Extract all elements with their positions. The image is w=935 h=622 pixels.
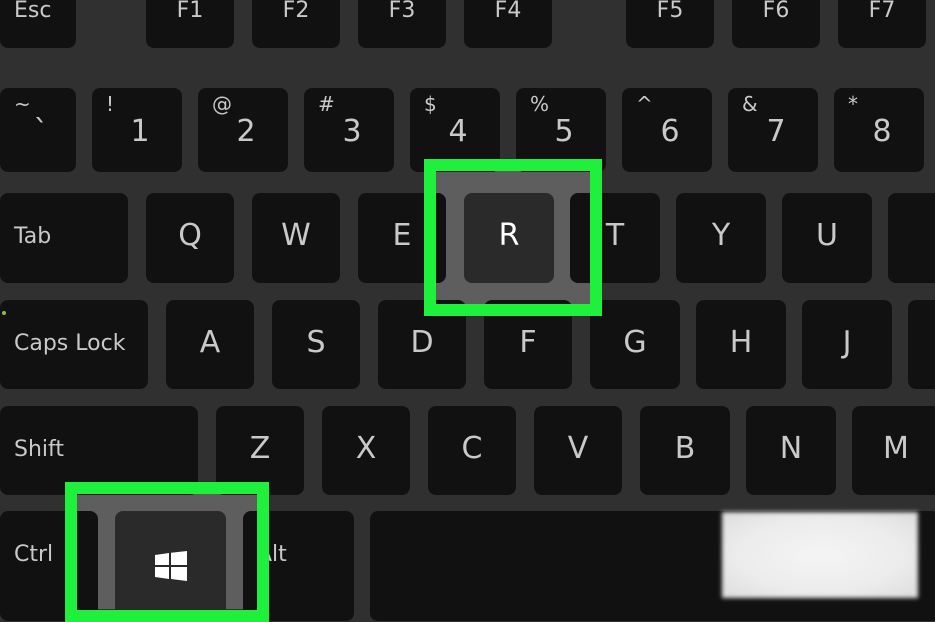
key[interactable]: S bbox=[272, 300, 360, 389]
key[interactable]: Esc bbox=[0, 0, 76, 48]
key-number[interactable]: @2 bbox=[198, 88, 288, 172]
key[interactable]: Caps Lock bbox=[0, 300, 148, 389]
key[interactable]: F5 bbox=[626, 0, 714, 48]
key-label: Y bbox=[711, 218, 731, 253]
key-shift-symbol: % bbox=[530, 92, 550, 116]
key[interactable]: J bbox=[802, 300, 892, 389]
key[interactable]: G bbox=[590, 300, 680, 389]
caps-lock-indicator-light bbox=[2, 311, 6, 315]
key[interactable]: F4 bbox=[464, 0, 552, 48]
key-label: H bbox=[729, 324, 753, 360]
key-label: F2 bbox=[282, 0, 310, 23]
key-digit: 2 bbox=[236, 114, 256, 149]
key-label: C bbox=[461, 430, 483, 466]
key-shift-symbol: & bbox=[742, 92, 758, 116]
key-label: G bbox=[623, 324, 647, 360]
key[interactable]: F6 bbox=[732, 0, 820, 48]
key-label: F5 bbox=[656, 0, 684, 23]
key[interactable] bbox=[888, 193, 935, 283]
key-label: F6 bbox=[762, 0, 790, 23]
key-label: Ctrl bbox=[14, 542, 54, 567]
key-number[interactable]: & 7 bbox=[728, 88, 818, 172]
key-digit: 4 bbox=[448, 114, 468, 149]
key-label: X bbox=[355, 430, 377, 466]
key-digit: 1 bbox=[130, 114, 150, 149]
key[interactable]: F2 bbox=[252, 0, 340, 48]
key[interactable]: F7 bbox=[838, 0, 926, 48]
key-shift-symbol: ! bbox=[106, 92, 115, 116]
key-label: B bbox=[674, 430, 696, 466]
key-label: J bbox=[842, 324, 852, 360]
key-label: Tab bbox=[14, 224, 52, 249]
key[interactable]: C bbox=[428, 406, 516, 495]
key[interactable]: W bbox=[252, 193, 340, 283]
windows-key-highlight-box bbox=[65, 482, 269, 622]
key-shift-symbol: * bbox=[848, 92, 858, 116]
key-number[interactable]: ! 1 bbox=[92, 88, 182, 172]
key[interactable]: U bbox=[782, 193, 872, 283]
key-label: A bbox=[199, 324, 221, 360]
key[interactable]: V bbox=[534, 406, 622, 495]
key-shift-symbol: $ bbox=[424, 92, 437, 116]
key-label: Shift bbox=[14, 436, 65, 462]
key-label: S bbox=[306, 324, 326, 360]
key[interactable]: Y bbox=[676, 193, 766, 283]
key[interactable]: M bbox=[852, 406, 935, 495]
key-label: Z bbox=[249, 430, 271, 466]
key-digit: 7 bbox=[766, 114, 786, 149]
key[interactable]: H bbox=[696, 300, 786, 389]
key-label: D bbox=[410, 324, 434, 360]
key-digit: 3 bbox=[342, 114, 362, 149]
key-label: Caps Lock bbox=[14, 330, 126, 356]
key-number[interactable]: * 8 bbox=[834, 88, 924, 172]
blurred-overlay bbox=[722, 512, 918, 598]
key[interactable]: F3 bbox=[358, 0, 446, 48]
key-label: Esc bbox=[14, 0, 52, 23]
key-label: V bbox=[567, 430, 589, 466]
key[interactable]: B bbox=[640, 406, 730, 495]
key-label: W bbox=[281, 218, 311, 253]
key-label: U bbox=[816, 218, 838, 253]
key-label: F4 bbox=[494, 0, 522, 23]
key-label: M bbox=[883, 430, 909, 466]
key[interactable] bbox=[908, 300, 935, 389]
key-label: F7 bbox=[868, 0, 896, 23]
key-shift-symbol: # bbox=[318, 92, 335, 116]
key-label: F3 bbox=[388, 0, 416, 23]
key-shift-symbol: ^ bbox=[636, 92, 653, 116]
key-digit: 6 bbox=[660, 114, 680, 149]
key[interactable]: F1 bbox=[146, 0, 234, 48]
r-key-highlight-box bbox=[424, 159, 602, 316]
key-shift-symbol: ~ bbox=[14, 92, 31, 116]
key-number[interactable]: ~ ` bbox=[0, 88, 76, 172]
key-shift-symbol: @ bbox=[212, 92, 232, 116]
key-number[interactable]: ^ 6 bbox=[622, 88, 712, 172]
key-digit: 8 bbox=[872, 114, 892, 149]
key-digit: ` bbox=[33, 114, 49, 149]
key[interactable]: Tab bbox=[0, 193, 128, 283]
key-label: N bbox=[779, 430, 803, 466]
key-digit: 5 bbox=[554, 114, 574, 149]
key[interactable]: Q bbox=[146, 193, 234, 283]
key[interactable]: N bbox=[746, 406, 836, 495]
key-label: F1 bbox=[176, 0, 204, 23]
key[interactable]: X bbox=[322, 406, 410, 495]
key-label: Q bbox=[178, 218, 202, 253]
key-label: F bbox=[519, 324, 537, 360]
key-number[interactable]: #3 bbox=[304, 88, 394, 172]
key[interactable]: A bbox=[166, 300, 254, 389]
